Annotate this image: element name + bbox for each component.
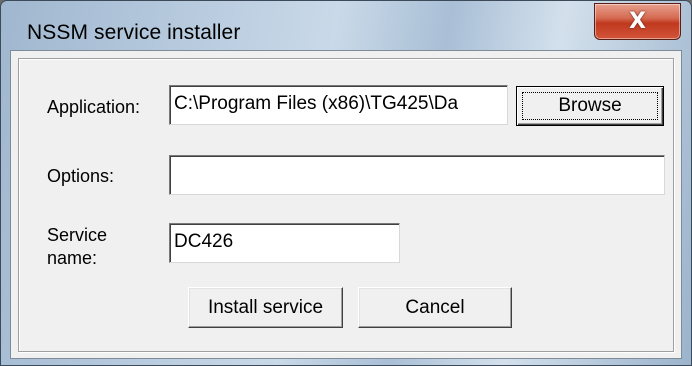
dialog-client-area: Application: C:\Program Files (x86)\TG42… (10, 50, 682, 359)
install-service-button-label: Install service (207, 296, 324, 318)
application-input[interactable]: C:\Program Files (x86)\TG425\Da (169, 85, 508, 125)
browse-button-label: Browse (558, 95, 622, 116)
dialog-window: NSSM service installer X Application: C:… (0, 0, 692, 366)
browse-button[interactable]: Browse (516, 86, 664, 126)
service-name-label-line2: name: (47, 248, 98, 268)
service-name-input[interactable]: DC426 (169, 223, 400, 263)
cancel-button-label: Cancel (405, 296, 465, 318)
options-input[interactable] (169, 155, 665, 195)
application-label: Application: (47, 97, 141, 117)
install-service-button[interactable]: Install service (188, 287, 343, 328)
cancel-button[interactable]: Cancel (358, 287, 512, 328)
options-label: Options: (47, 166, 115, 186)
close-button[interactable]: X (594, 3, 681, 40)
close-icon: X (629, 8, 646, 34)
service-name-label-line1: Service (47, 225, 108, 245)
window-title: NSSM service installer (27, 21, 241, 44)
